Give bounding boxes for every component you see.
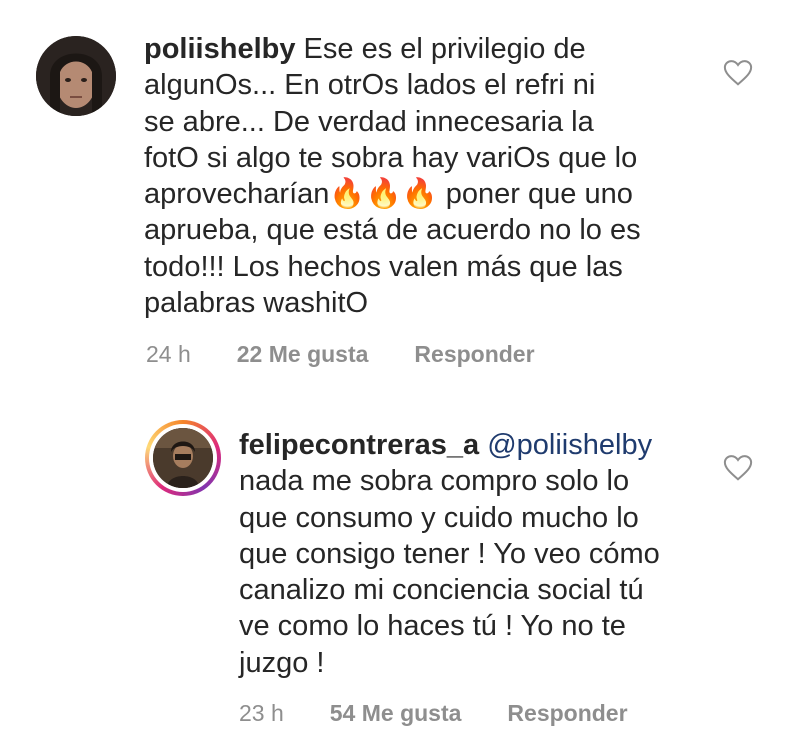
comment-likes[interactable]: 54 Me gusta [330, 700, 462, 727]
comment-likes[interactable]: 22 Me gusta [237, 341, 369, 368]
avatar-photo [153, 428, 213, 488]
story-ring[interactable] [145, 420, 221, 496]
comment-text: felipecontreras_a @poliishelby nada me s… [239, 427, 709, 681]
comment-time: 24 h [146, 341, 191, 367]
heart-outline-icon[interactable] [723, 454, 753, 482]
comment-body: Ese es el privilegio de algunOs... En ot… [144, 33, 641, 320]
comment-text: poliishelby Ese es el privilegio de algu… [144, 31, 704, 321]
comment-username[interactable]: poliishelby [144, 33, 295, 65]
mention-link[interactable]: @poliishelby [479, 429, 652, 461]
comment-meta: 23 h 54 Me gusta Responder [239, 700, 628, 727]
comment-username[interactable]: felipecontreras_a [239, 429, 479, 461]
avatar[interactable] [153, 428, 213, 488]
reply-button[interactable]: Responder [507, 700, 627, 727]
comment-item: felipecontreras_a @poliishelby nada me s… [0, 405, 800, 745]
comment-time: 23 h [239, 700, 284, 726]
comment-meta: 24 h 22 Me gusta Responder [146, 341, 535, 368]
avatar[interactable] [36, 36, 116, 116]
comment-item: poliishelby Ese es el privilegio de algu… [0, 0, 800, 380]
comment-body: nada me sobra compro solo lo que consumo… [239, 465, 660, 679]
reply-button[interactable]: Responder [414, 341, 534, 368]
heart-outline-icon[interactable] [723, 59, 753, 87]
avatar-photo [36, 36, 116, 116]
